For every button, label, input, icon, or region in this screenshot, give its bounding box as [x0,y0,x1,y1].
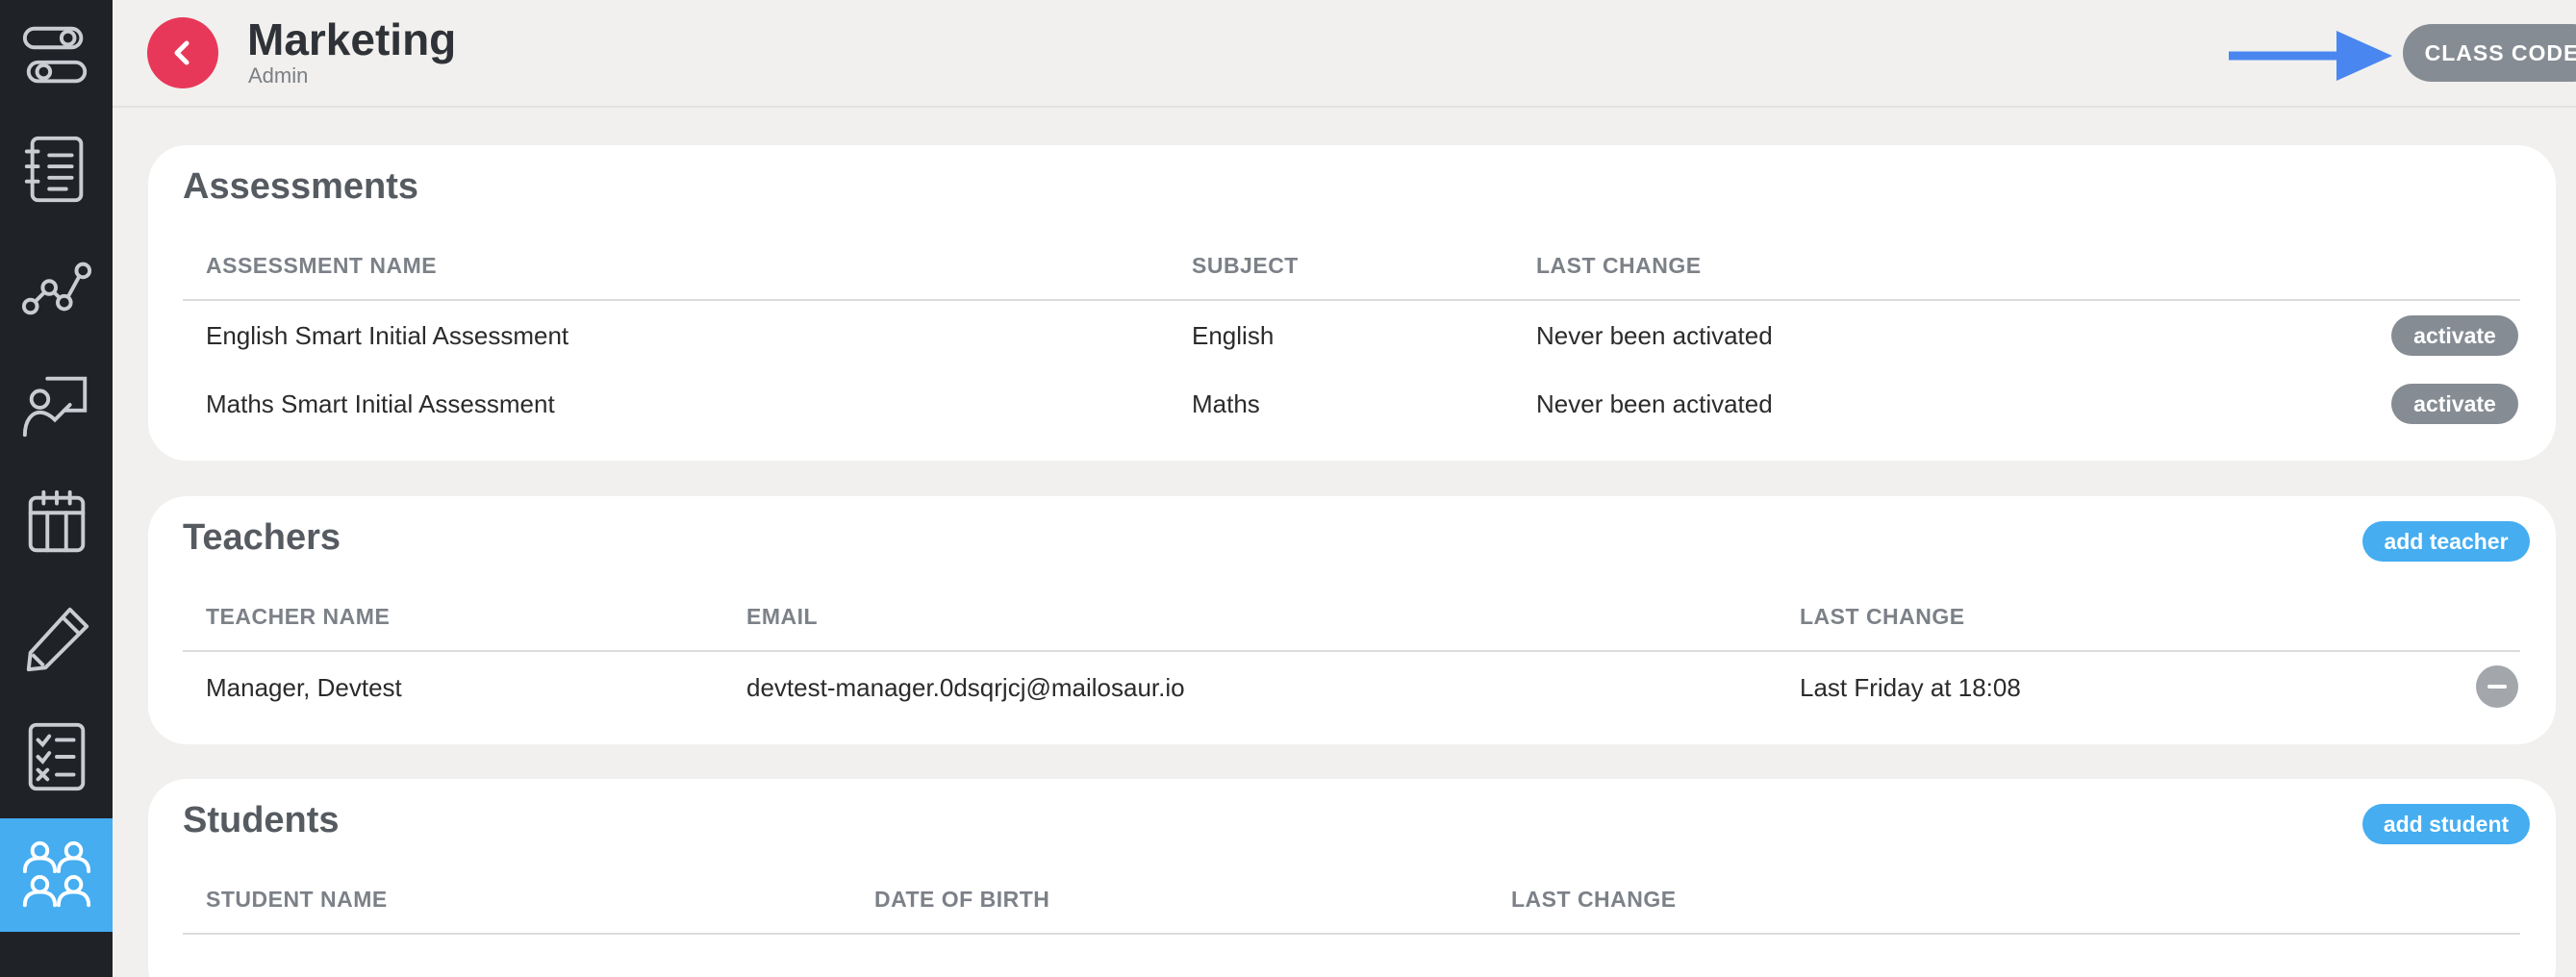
column-header-assessment-name: ASSESSMENT NAME [206,253,438,278]
teacher-name: Manager, Devtest [206,673,402,702]
column-header-last-change: LAST CHANGE [1511,887,1677,912]
column-header-subject: SUBJECT [1192,253,1299,278]
students-title: Students [183,800,340,840]
assessment-last-change: Never been activated [1536,389,1773,418]
nav-item-notebook[interactable] [0,113,113,227]
teacher-last-change: Last Friday at 18:08 [1800,673,2021,702]
assessment-name: Maths Smart Initial Assessment [206,389,555,418]
column-header-last-change: LAST CHANGE [1536,253,1702,278]
page-title: Marketing [247,14,457,64]
calendar-icon [28,489,85,553]
nav-item-progress[interactable] [0,231,113,344]
nav-item-teaching[interactable] [0,348,113,462]
sidebar [0,0,113,977]
class-code-button[interactable]: CLASS CODE [2403,24,2576,82]
chevron-left-icon [174,40,189,65]
people-group-icon [22,840,90,908]
remove-teacher-button[interactable] [2476,665,2518,708]
progress-graph-icon [21,262,91,315]
assessment-subject: Maths [1192,389,1260,418]
activate-button[interactable]: activate [2391,384,2518,424]
nav-item-calendar[interactable] [0,465,113,579]
back-button[interactable] [147,17,218,88]
teachers-title: Teachers [183,517,341,558]
nav-item-checklist[interactable] [0,700,113,814]
teacher-email: devtest-manager.0dsqrjcj@mailosaur.io [746,673,1185,702]
assessments-card: Assessments ASSESSMENT NAME SUBJECT LAST… [148,145,2556,461]
nav-item-pathway[interactable] [0,0,113,113]
teacher-presentation-icon [22,376,87,438]
activate-button[interactable]: activate [2391,315,2518,356]
column-header-email: EMAIL [746,604,819,629]
assessment-subject: English [1192,321,1275,350]
pencil-icon [26,607,88,672]
column-header-teacher-name: TEACHER NAME [206,604,391,629]
notebook-icon [24,136,83,203]
arrow-annotation-icon [2229,31,2392,81]
minus-icon [2488,685,2507,689]
column-header-student-name: STUDENT NAME [206,887,388,912]
pathway-icon [22,26,87,84]
add-student-button[interactable]: add student [2362,804,2530,844]
students-card: Students add student STUDENT NAME DATE O… [148,779,2556,977]
page-subtitle: Admin [248,63,309,88]
nav-item-pencil[interactable] [0,583,113,696]
assessments-title: Assessments [183,166,419,207]
add-teacher-button[interactable]: add teacher [2362,521,2530,562]
checklist-icon [28,722,85,791]
nav-item-classes[interactable] [0,818,113,932]
assessment-last-change: Never been activated [1536,321,1773,350]
column-header-last-change: LAST CHANGE [1800,604,1965,629]
column-header-date-of-birth: DATE OF BIRTH [874,887,1050,912]
table-divider [183,299,2520,301]
table-divider [183,933,2520,935]
assessment-name: English Smart Initial Assessment [206,321,569,350]
table-divider [183,650,2520,652]
page-header: Marketing Admin CLASS CODE ... [113,0,2576,108]
teachers-card: Teachers add teacher TEACHER NAME EMAIL … [148,496,2556,744]
